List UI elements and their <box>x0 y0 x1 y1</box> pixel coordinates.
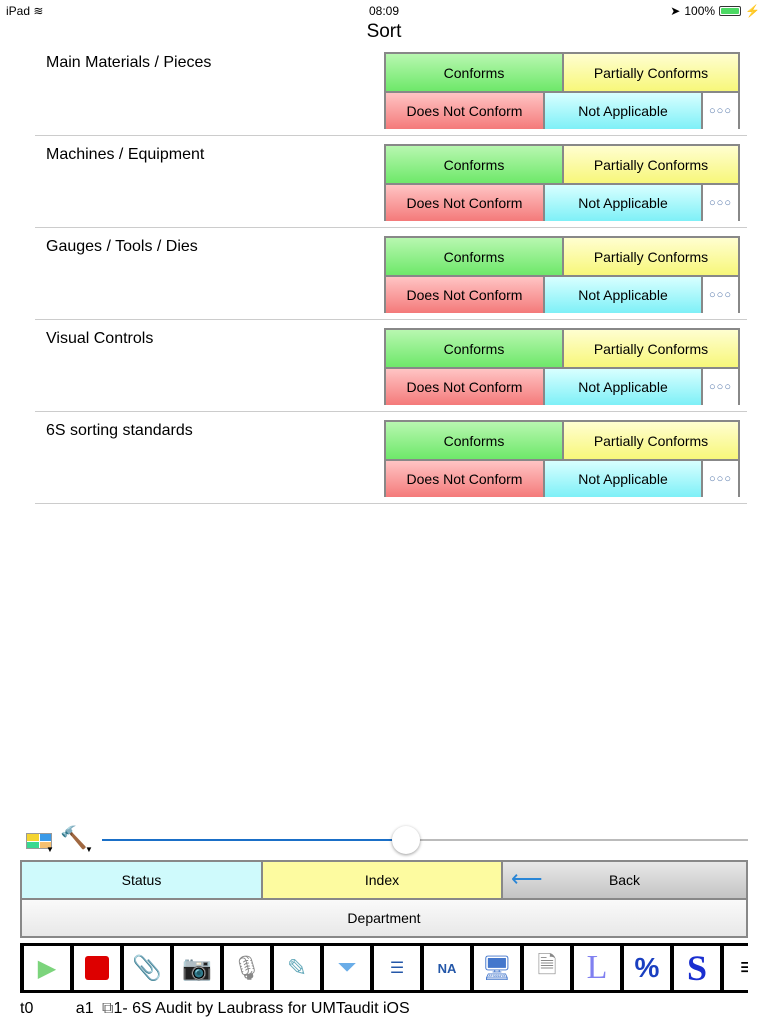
footer-a: a1 <box>75 1000 94 1017</box>
audit-name: 1- 6S Audit by Laubrass for UMTaudit iOS <box>113 1000 410 1017</box>
not-applicable-button[interactable]: Not Applicable <box>545 185 701 221</box>
does-not-conform-button[interactable]: Does Not Conform <box>386 277 543 313</box>
answer-grid: Conforms Partially Conforms Does Not Conf… <box>384 236 740 313</box>
checklist-icon[interactable]: ☰ <box>374 946 420 990</box>
not-applicable-button[interactable]: Not Applicable <box>545 461 701 497</box>
caret-icon: ▼ <box>85 845 93 854</box>
signature-icon[interactable]: ✎ <box>274 946 320 990</box>
status-bar: iPad ≋ 08:09 ➤ 100% ⚡ <box>0 0 768 20</box>
conforms-button[interactable]: Conforms <box>386 54 562 91</box>
partially-conforms-button[interactable]: Partially Conforms <box>564 330 738 367</box>
conforms-button[interactable]: Conforms <box>386 422 562 459</box>
does-not-conform-button[interactable]: Does Not Conform <box>386 185 543 221</box>
question-row: 6S sorting standards Conforms Partially C… <box>35 412 747 504</box>
status-button[interactable]: Status <box>22 862 261 898</box>
partially-conforms-button[interactable]: Partially Conforms <box>564 422 738 459</box>
conforms-button[interactable]: Conforms <box>386 238 562 275</box>
document-info-icon[interactable]: 🗎 <box>524 946 570 990</box>
not-applicable-button[interactable]: Not Applicable <box>545 277 701 313</box>
l-icon[interactable]: L <box>574 946 620 990</box>
battery-icon <box>719 6 742 16</box>
not-applicable-button[interactable]: Not Applicable <box>545 369 701 405</box>
caret-icon: ▼ <box>46 845 54 854</box>
answer-grid: Conforms Partially Conforms Does Not Conf… <box>384 52 740 129</box>
copy-icon: ⧉ <box>102 1000 114 1017</box>
does-not-conform-button[interactable]: Does Not Conform <box>386 461 543 497</box>
partially-conforms-button[interactable]: Partially Conforms <box>564 54 738 91</box>
question-label: Main Materials / Pieces <box>46 54 212 71</box>
microphone-icon[interactable]: 🎙 <box>224 946 270 990</box>
footer: t0 a1 ⧉1- 6S Audit by Laubrass for UMTau… <box>20 1000 448 1018</box>
question-row: Gauges / Tools / Dies Conforms Partially … <box>35 228 747 320</box>
menu-icon[interactable]: ≡ <box>724 946 748 990</box>
question-label: Machines / Equipment <box>46 146 205 163</box>
battery-percent: 100% <box>684 4 716 18</box>
conforms-button[interactable]: Conforms <box>386 330 562 367</box>
paperclip-icon[interactable]: 📎 <box>124 946 170 990</box>
question-label: 6S sorting standards <box>46 422 193 439</box>
more-options-button[interactable]: ○○○ <box>703 93 738 129</box>
more-options-button[interactable]: ○○○ <box>703 369 738 405</box>
question-row: Main Materials / Pieces Conforms Partiall… <box>35 44 747 136</box>
s-icon[interactable]: S <box>674 946 720 990</box>
page-title: Sort <box>366 21 402 42</box>
slider-fill <box>102 839 406 841</box>
navigation-panel: Status Index ⟵ Back Department <box>20 860 748 938</box>
partially-conforms-button[interactable]: Partially Conforms <box>564 146 738 183</box>
stop-icon[interactable] <box>74 946 120 990</box>
percent-icon[interactable]: % <box>624 946 670 990</box>
zoom-slider-bar: ▼ 🔨 ▼ <box>22 825 748 855</box>
footer-t: t0 <box>20 1000 34 1017</box>
partially-conforms-button[interactable]: Partially Conforms <box>564 238 738 275</box>
more-options-button[interactable]: ○○○ <box>703 277 738 313</box>
conforms-button[interactable]: Conforms <box>386 146 562 183</box>
question-row: Machines / Equipment Conforms Partially C… <box>35 136 747 228</box>
answer-grid: Conforms Partially Conforms Does Not Conf… <box>384 144 740 221</box>
answer-grid: Conforms Partially Conforms Does Not Conf… <box>384 328 740 405</box>
checklist-na-icon[interactable]: NA <box>424 946 470 990</box>
back-arrow-icon: ⟵ <box>511 866 543 891</box>
department-button[interactable]: Department <box>22 900 746 936</box>
play-icon[interactable]: ▶ <box>24 946 70 990</box>
back-button[interactable]: ⟵ Back <box>503 862 746 898</box>
clock: 08:09 <box>368 4 400 18</box>
charging-icon: ⚡ <box>745 4 760 18</box>
slider-thumb[interactable] <box>391 826 420 854</box>
toolbar: ▶ 📎 📷 🎙 ✎ ⏷ ☰ NA 🖥 🗎 L % S ≡ <box>20 943 748 993</box>
filter-icon[interactable]: ⏷ <box>324 946 370 990</box>
hammer-icon[interactable]: 🔨 <box>60 825 87 851</box>
does-not-conform-button[interactable]: Does Not Conform <box>386 93 543 129</box>
not-applicable-button[interactable]: Not Applicable <box>545 93 701 129</box>
more-options-button[interactable]: ○○○ <box>703 185 738 221</box>
answer-grid: Conforms Partially Conforms Does Not Conf… <box>384 420 740 497</box>
question-label: Visual Controls <box>46 330 154 347</box>
does-not-conform-button[interactable]: Does Not Conform <box>386 369 543 405</box>
more-options-button[interactable]: ○○○ <box>703 461 738 497</box>
question-row: Visual Controls Conforms Partially Confor… <box>35 320 747 412</box>
location-icon: ➤ <box>670 4 681 18</box>
question-list: Main Materials / Pieces Conforms Partiall… <box>35 44 747 504</box>
index-button[interactable]: Index <box>263 862 501 898</box>
sync-icon[interactable]: 🖥 <box>474 946 520 990</box>
question-label: Gauges / Tools / Dies <box>46 238 198 255</box>
camera-icon[interactable]: 📷 <box>174 946 220 990</box>
slider-track[interactable] <box>102 826 748 854</box>
